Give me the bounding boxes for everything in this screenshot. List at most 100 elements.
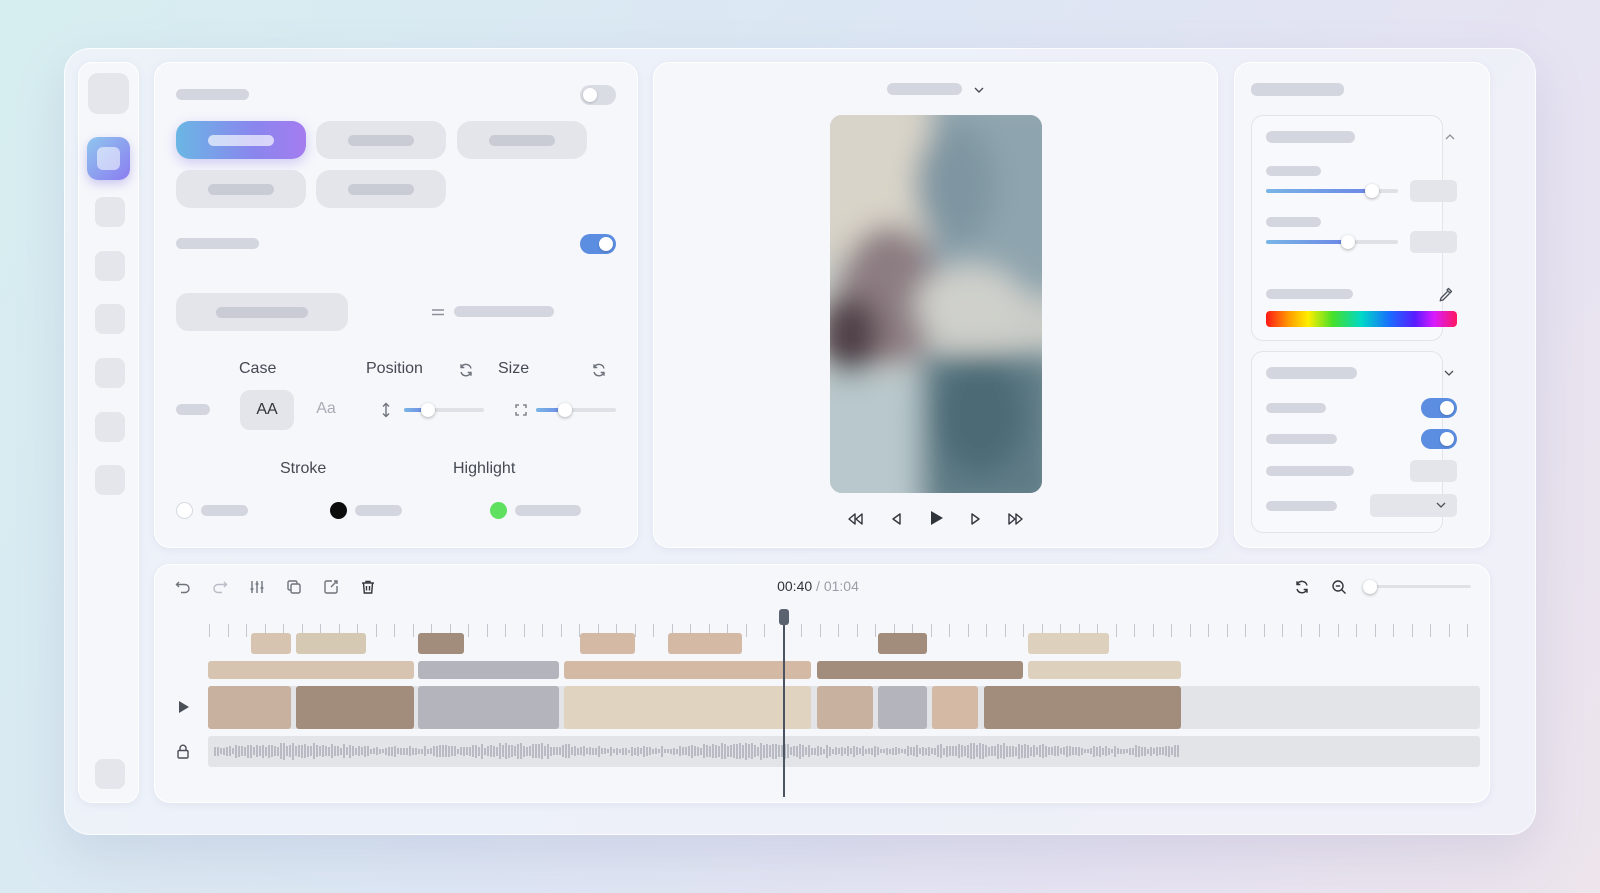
waveform-bar — [772, 743, 774, 759]
font-select[interactable] — [176, 293, 348, 331]
sidebar-item-5[interactable] — [95, 304, 125, 334]
lock-icon[interactable] — [174, 742, 192, 760]
fast-forward-icon[interactable] — [1007, 510, 1025, 528]
loop-icon[interactable] — [1293, 578, 1311, 596]
position-slider-thumb[interactable] — [421, 403, 435, 417]
zoom-slider-thumb[interactable] — [1363, 580, 1377, 594]
preset-button-1[interactable] — [176, 121, 306, 159]
sidebar-item-settings[interactable] — [95, 759, 125, 789]
duplicate-icon[interactable] — [285, 578, 303, 596]
aspect-ratio-select-placeholder[interactable] — [887, 83, 962, 95]
option1-label-placeholder — [1266, 403, 1326, 413]
zoom-slider-track[interactable] — [1366, 585, 1471, 588]
chevron-down-icon[interactable] — [1442, 366, 1456, 380]
caption-clip[interactable] — [251, 633, 291, 654]
waveform-bar — [1126, 749, 1128, 753]
option3-label-placeholder — [1266, 466, 1354, 476]
waveform-bar — [370, 748, 372, 754]
case-uppercase-button[interactable]: AA — [240, 390, 294, 430]
preset-button-3[interactable] — [457, 121, 587, 159]
adjust-slider2-thumb[interactable] — [1340, 235, 1355, 249]
option2-toggle[interactable] — [1421, 429, 1457, 449]
caption-clip[interactable] — [296, 633, 366, 654]
video-preview[interactable] — [830, 115, 1042, 493]
top-toggle[interactable] — [580, 85, 616, 105]
size-slider-thumb[interactable] — [557, 403, 572, 417]
waveform-bar — [268, 744, 270, 758]
reset-size-icon[interactable] — [590, 361, 608, 379]
sidebar-item-3[interactable] — [95, 197, 125, 227]
preset-button-2[interactable] — [316, 121, 446, 159]
sidebar-item-6[interactable] — [95, 358, 125, 388]
chevron-up-icon[interactable] — [1443, 130, 1457, 144]
sidebar-item-home[interactable] — [88, 73, 129, 114]
waveform-bar — [511, 745, 513, 757]
video-clip[interactable] — [564, 686, 811, 729]
overlay-clip[interactable] — [1028, 661, 1181, 679]
preset-button-4[interactable] — [176, 170, 306, 208]
sidebar-item-7[interactable] — [95, 412, 125, 442]
redo-icon[interactable] — [211, 578, 229, 596]
video-clip[interactable] — [932, 686, 978, 729]
video-clip[interactable] — [878, 686, 927, 729]
stroke-color-swatch[interactable] — [330, 502, 347, 519]
overlay-clip[interactable] — [418, 661, 559, 679]
adjustments-icon[interactable] — [248, 578, 266, 596]
caption-clip[interactable] — [418, 633, 464, 654]
video-clip[interactable] — [984, 686, 1181, 729]
video-clip[interactable] — [208, 686, 291, 729]
waveform-bar — [673, 747, 675, 755]
sidebar-item-captions[interactable] — [87, 137, 130, 180]
play-icon[interactable] — [927, 508, 947, 528]
waveform-bar — [817, 746, 819, 756]
caption-clip[interactable] — [1028, 633, 1109, 654]
blurred-video-frame — [830, 115, 1042, 493]
adjust-slider1-value-field[interactable] — [1410, 180, 1457, 202]
preset-button-5[interactable] — [316, 170, 446, 208]
option4-dropdown[interactable] — [1370, 494, 1457, 517]
option1-toggle[interactable] — [1421, 398, 1457, 418]
waveform-bar — [1081, 747, 1083, 755]
waveform-bar — [880, 749, 882, 753]
rewind-icon[interactable] — [846, 510, 864, 528]
waveform-bar — [856, 747, 858, 755]
sidebar-item-4[interactable] — [95, 251, 125, 281]
sidebar-item-8[interactable] — [95, 465, 125, 495]
playhead-handle[interactable] — [779, 609, 789, 625]
highlight-color-swatch[interactable] — [490, 502, 507, 519]
adjust-slider1-thumb[interactable] — [1364, 184, 1379, 198]
video-clip[interactable] — [296, 686, 414, 729]
align-icon[interactable] — [429, 304, 447, 320]
video-clip[interactable] — [418, 686, 559, 729]
no-color-swatch[interactable] — [176, 502, 193, 519]
caption-clip[interactable] — [580, 633, 635, 654]
case-titlecase-button[interactable]: Aa — [306, 400, 346, 420]
overlay-clip[interactable] — [564, 661, 811, 679]
caption-clip[interactable] — [878, 633, 927, 654]
overlay-clip[interactable] — [208, 661, 414, 679]
adjust-slider2-value-field[interactable] — [1410, 231, 1457, 253]
case-none-placeholder[interactable] — [176, 404, 210, 415]
overlay-clip[interactable] — [817, 661, 1023, 679]
ruler-tick — [856, 624, 858, 637]
waveform-bar — [631, 746, 633, 756]
option-toggle[interactable] — [580, 234, 616, 254]
eyedropper-icon[interactable] — [1437, 285, 1455, 303]
video-clip[interactable] — [817, 686, 873, 729]
hue-spectrum-slider[interactable] — [1266, 311, 1457, 327]
waveform-bar — [988, 746, 990, 756]
step-forward-icon[interactable] — [967, 510, 985, 528]
preset-label-placeholder — [348, 183, 414, 195]
split-icon[interactable] — [322, 578, 340, 596]
reset-position-icon[interactable] — [457, 361, 475, 379]
timecode: 00:40 / 01:04 — [735, 578, 901, 594]
option3-value-field[interactable] — [1410, 460, 1457, 482]
undo-icon[interactable] — [174, 578, 192, 596]
caption-clip[interactable] — [668, 633, 742, 654]
chevron-down-icon[interactable] — [972, 83, 986, 97]
trash-icon[interactable] — [359, 578, 377, 596]
zoom-out-icon[interactable] — [1330, 578, 1348, 596]
waveform-bar — [718, 745, 720, 757]
track-play-icon[interactable] — [175, 698, 193, 716]
step-back-icon[interactable] — [887, 510, 905, 528]
